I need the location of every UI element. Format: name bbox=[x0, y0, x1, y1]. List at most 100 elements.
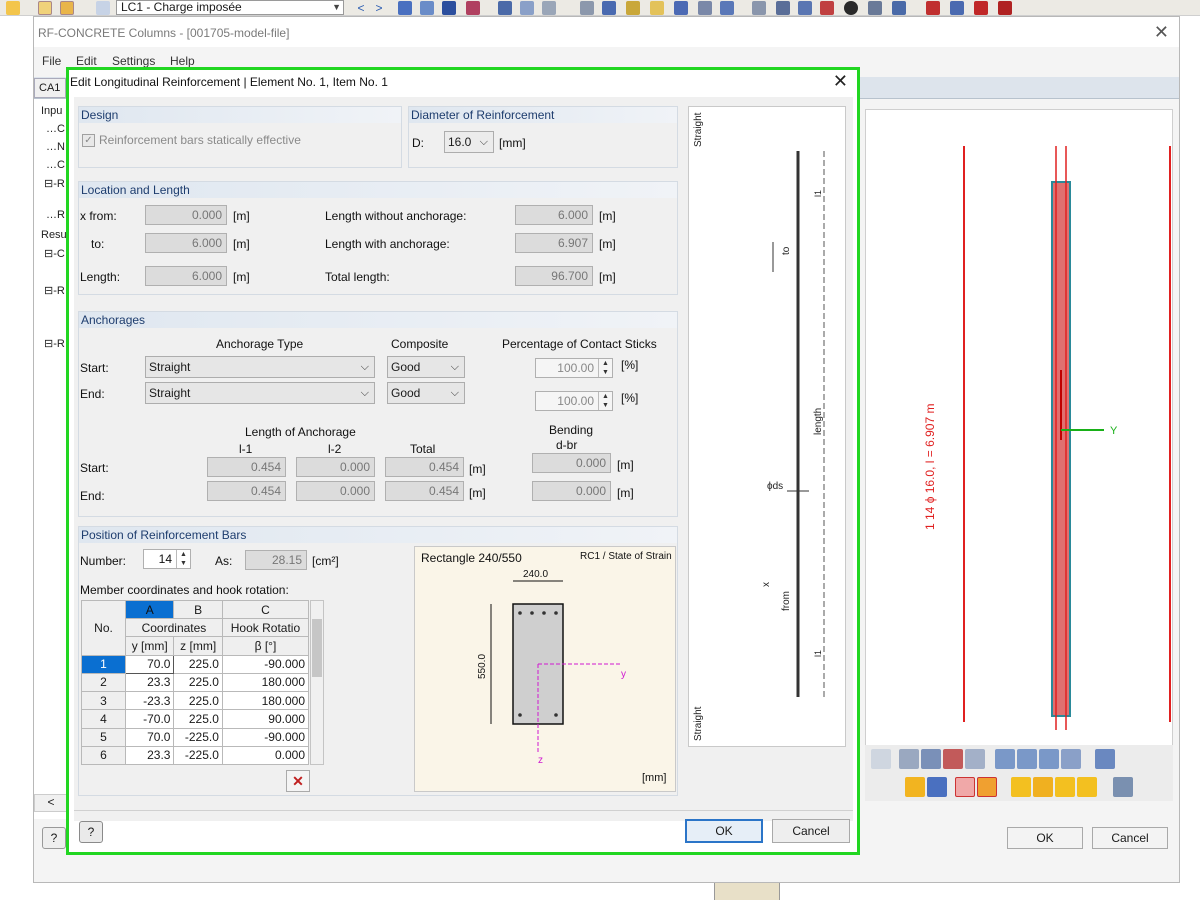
beta-cell[interactable]: -90.000 bbox=[221, 654, 310, 674]
axes-tool-icon[interactable] bbox=[1011, 777, 1031, 797]
menu-help[interactable]: Help bbox=[170, 54, 195, 68]
graphic-icon[interactable] bbox=[96, 1, 110, 15]
window-close-icon[interactable]: ✕ bbox=[1154, 22, 1169, 43]
start-percentage-stepper[interactable]: 100.00 ▲ ▼ bbox=[535, 358, 613, 378]
beta-cell[interactable]: -90.000 bbox=[221, 727, 310, 747]
bars-tool-icon[interactable] bbox=[977, 777, 997, 797]
tool-b-icon[interactable] bbox=[776, 1, 790, 15]
view-y-icon[interactable] bbox=[1017, 749, 1037, 769]
results-alt-icon[interactable] bbox=[420, 1, 434, 15]
menu-file[interactable]: File bbox=[42, 54, 61, 68]
col-c-header[interactable]: C bbox=[221, 599, 310, 620]
tool-i-icon[interactable] bbox=[950, 1, 964, 15]
end-total-field[interactable]: 0.454 bbox=[385, 481, 464, 501]
z-cell[interactable]: 225.0 bbox=[173, 709, 223, 729]
axis-icon[interactable] bbox=[720, 1, 734, 15]
cancel-button[interactable]: Cancel bbox=[1092, 827, 1168, 849]
beta-cell[interactable]: 90.000 bbox=[221, 709, 310, 729]
z-cell[interactable]: 225.0 bbox=[173, 672, 223, 693]
menu-edit[interactable]: Edit bbox=[76, 54, 97, 68]
next-arrow-icon[interactable]: > bbox=[372, 1, 386, 15]
table-row[interactable]: 4 -70.0 225.0 90.000 bbox=[81, 709, 310, 729]
print-icon[interactable] bbox=[871, 749, 891, 769]
dialog-close-icon[interactable]: ✕ bbox=[833, 71, 848, 92]
eye-icon[interactable] bbox=[442, 1, 456, 15]
open-folder-icon[interactable] bbox=[6, 1, 20, 15]
tree-item[interactable]: ⊟-R bbox=[44, 177, 65, 190]
list-tool-icon[interactable] bbox=[955, 777, 975, 797]
tree-item[interactable]: ⊟-C bbox=[44, 247, 65, 260]
dim-alt-tool-icon[interactable] bbox=[1077, 777, 1097, 797]
help-button[interactable]: ? bbox=[42, 827, 66, 849]
number-stepper[interactable]: 14 ▲ ▼ bbox=[143, 549, 191, 569]
start-composite-select[interactable]: Good ⌵ bbox=[387, 356, 465, 378]
y-cell[interactable]: 70.0 bbox=[124, 727, 175, 747]
beta-cell[interactable]: 0.000 bbox=[221, 745, 310, 766]
z-cell[interactable]: -225.0 bbox=[173, 745, 223, 766]
start-bending-field[interactable]: 0.000 bbox=[532, 453, 611, 473]
structure-icon[interactable] bbox=[698, 1, 712, 15]
z-cell[interactable]: 225.0 bbox=[173, 691, 223, 711]
view-z-icon[interactable] bbox=[1039, 749, 1059, 769]
tool-h-icon[interactable] bbox=[926, 1, 940, 15]
statically-effective-checkbox[interactable]: ✓ bbox=[82, 134, 95, 147]
tool-c-icon[interactable] bbox=[798, 1, 812, 15]
total-length-field[interactable]: 96.700 bbox=[515, 266, 593, 286]
tool-e-icon[interactable] bbox=[844, 1, 858, 15]
tool-a-icon[interactable] bbox=[752, 1, 766, 15]
tab-ca1[interactable]: CA1 bbox=[34, 78, 66, 98]
end-bending-field[interactable]: 0.000 bbox=[532, 481, 611, 501]
z-cell[interactable]: -225.0 bbox=[173, 727, 223, 747]
table-row[interactable]: 1 70.0 225.0 -90.000 bbox=[81, 654, 310, 674]
table-icon[interactable] bbox=[38, 1, 52, 15]
end-composite-select[interactable]: Good ⌵ bbox=[387, 382, 465, 404]
end-percentage-stepper[interactable]: 100.00 ▲ ▼ bbox=[535, 391, 613, 411]
tree-item[interactable]: Resu bbox=[41, 229, 67, 241]
tree-item[interactable]: ⊟-R bbox=[44, 284, 65, 297]
stack-tool-icon[interactable] bbox=[1033, 777, 1053, 797]
dim-tool-icon[interactable] bbox=[1055, 777, 1075, 797]
grid-alt-icon[interactable] bbox=[542, 1, 556, 15]
end-l1-field[interactable]: 0.454 bbox=[207, 481, 286, 501]
start-l2-field[interactable]: 0.000 bbox=[296, 457, 375, 477]
tool-k-icon[interactable] bbox=[998, 1, 1012, 15]
ok-button[interactable]: OK bbox=[1007, 827, 1083, 849]
table-row[interactable]: 2 23.3 225.0 180.000 bbox=[81, 672, 310, 693]
view-x-icon[interactable] bbox=[995, 749, 1015, 769]
scrollbar-thumb[interactable] bbox=[312, 619, 322, 677]
start-anchorage-type-select[interactable]: Straight ⌵ bbox=[145, 356, 375, 378]
table-row[interactable]: 6 23.3 -225.0 0.000 bbox=[81, 745, 310, 766]
length-field[interactable]: 6.000 bbox=[145, 266, 227, 286]
tree-item[interactable]: Inpu bbox=[41, 105, 62, 117]
as-field[interactable]: 28.15 bbox=[245, 550, 307, 570]
y-cell[interactable]: -70.0 bbox=[124, 709, 175, 729]
zoom-all-icon[interactable] bbox=[965, 749, 985, 769]
table-alt-icon[interactable] bbox=[60, 1, 74, 15]
tool-j-icon[interactable] bbox=[974, 1, 988, 15]
scroll-left-icon[interactable]: < bbox=[34, 794, 68, 812]
to-field[interactable]: 6.000 bbox=[145, 233, 227, 253]
tree-item[interactable]: …C bbox=[46, 159, 65, 171]
diameter-select[interactable]: 16.0 ⌵ bbox=[444, 131, 494, 153]
delete-rows-button[interactable]: ✕ bbox=[286, 770, 310, 792]
length-with-anchorage-field[interactable]: 6.907 bbox=[515, 233, 593, 253]
dialog-ok-button[interactable]: OK bbox=[685, 819, 763, 843]
color-tool-icon[interactable] bbox=[905, 777, 925, 797]
z-cell[interactable]: 225.0 bbox=[173, 654, 223, 674]
col-b-header[interactable]: B bbox=[173, 599, 223, 620]
dialog-cancel-button[interactable]: Cancel bbox=[772, 819, 850, 843]
member-icon[interactable] bbox=[602, 1, 616, 15]
tree-item[interactable]: …N bbox=[46, 141, 65, 153]
zoom-reset-icon[interactable] bbox=[943, 749, 963, 769]
grid-icon[interactable] bbox=[520, 1, 534, 15]
stepper-arrows-icon[interactable]: ▲ ▼ bbox=[598, 392, 612, 410]
move-icon[interactable] bbox=[674, 1, 688, 15]
pointer-icon[interactable] bbox=[650, 1, 664, 15]
tree-item[interactable]: ⊟-R bbox=[44, 337, 65, 350]
deform-icon[interactable] bbox=[466, 1, 480, 15]
prev-arrow-icon[interactable]: < bbox=[354, 1, 368, 15]
start-total-field[interactable]: 0.454 bbox=[385, 457, 464, 477]
view-iso-icon[interactable] bbox=[1061, 749, 1081, 769]
tree-item[interactable]: …R bbox=[46, 209, 65, 221]
y-cell[interactable]: 23.3 bbox=[124, 672, 175, 693]
